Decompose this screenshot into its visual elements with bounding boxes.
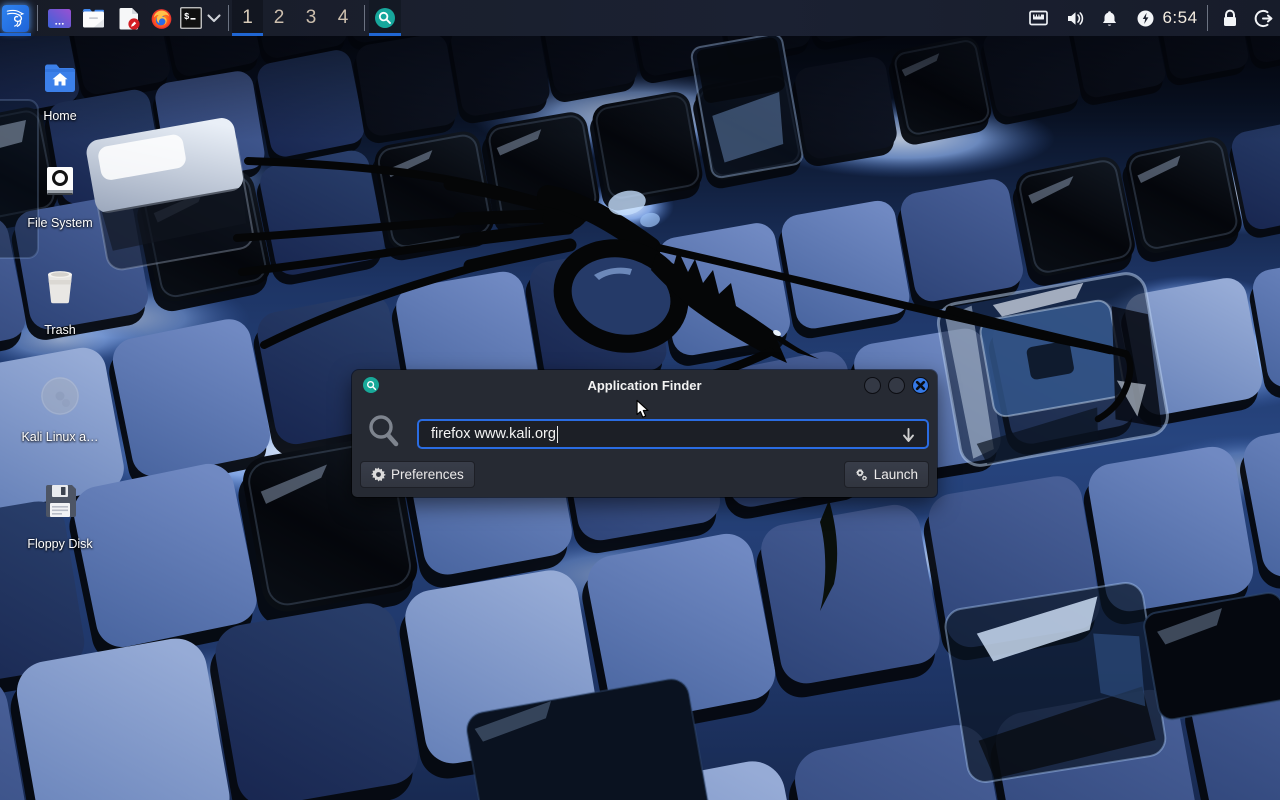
svg-text:$: $ bbox=[184, 12, 190, 22]
